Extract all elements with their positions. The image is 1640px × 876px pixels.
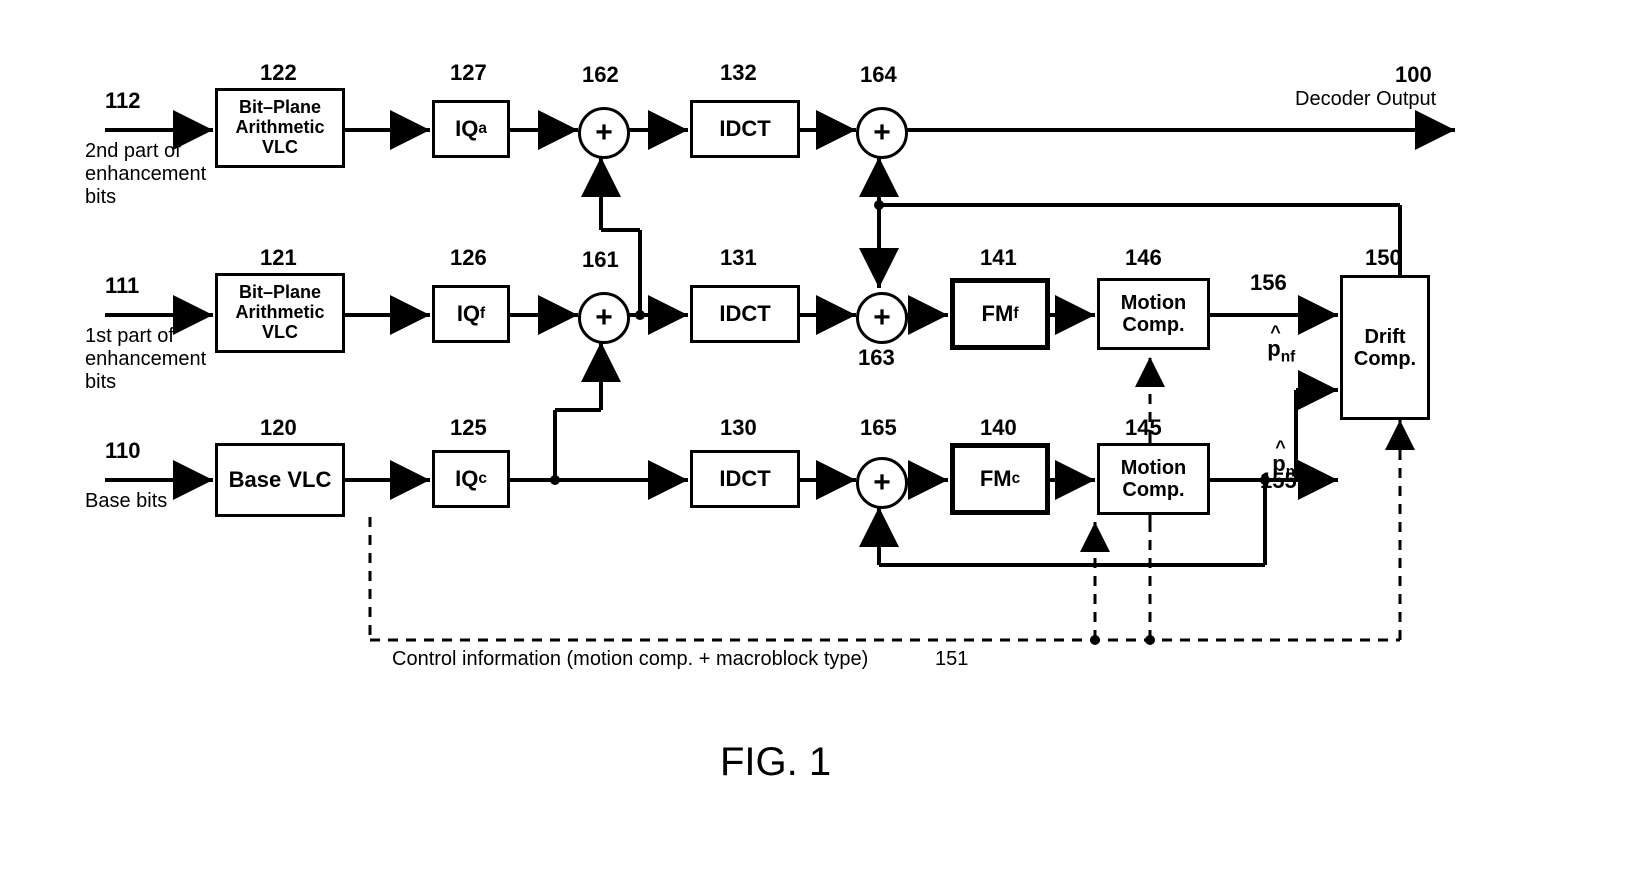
block-iq-f: IQf <box>432 285 510 343</box>
num-155: 155 <box>1260 468 1297 494</box>
block-idct-c: IDCT <box>690 450 800 508</box>
label-112-text: 2nd part of enhancement bits <box>85 140 206 209</box>
block-mc-c: Motion Comp. <box>1097 443 1210 515</box>
figure-caption: FIG. 1 <box>720 740 831 785</box>
block-bitplane-vlc-a: Bit–Plane Arithmetic VLC <box>215 88 345 168</box>
num-126: 126 <box>450 245 487 271</box>
num-125: 125 <box>450 415 487 441</box>
num-141: 141 <box>980 245 1017 271</box>
num-127: 127 <box>450 60 487 86</box>
label-111-num: 111 <box>105 273 139 299</box>
num-122: 122 <box>260 60 297 86</box>
label-100-num: 100 <box>1395 62 1432 88</box>
num-132: 132 <box>720 60 757 86</box>
label-110-text: Base bits <box>85 490 167 513</box>
num-130: 130 <box>720 415 757 441</box>
num-164: 164 <box>860 62 897 88</box>
summer-165: + <box>856 457 908 509</box>
control-text: Control information (motion comp. + macr… <box>392 648 868 671</box>
block-iq-a: IQa <box>432 100 510 158</box>
label-112-num: 112 <box>105 88 141 114</box>
num-163: 163 <box>858 345 895 371</box>
summer-161: + <box>578 292 630 344</box>
num-145: 145 <box>1125 415 1162 441</box>
block-fm-c: FMc <box>950 443 1050 515</box>
block-mc-f: Motion Comp. <box>1097 278 1210 350</box>
num-121: 121 <box>260 245 297 271</box>
num-146: 146 <box>1125 245 1162 271</box>
num-150: 150 <box>1365 245 1402 271</box>
block-base-vlc: Base VLC <box>215 443 345 517</box>
block-drift-comp: Drift Comp. <box>1340 275 1430 420</box>
block-idct-a: IDCT <box>690 100 800 158</box>
block-iq-c: IQc <box>432 450 510 508</box>
sym-pnf: pnf <box>1255 310 1295 366</box>
num-140: 140 <box>980 415 1017 441</box>
num-156: 156 <box>1250 270 1287 296</box>
block-bitplane-vlc-f: Bit–Plane Arithmetic VLC <box>215 273 345 353</box>
label-111-text: 1st part of enhancement bits <box>85 325 206 394</box>
summer-162: + <box>578 107 630 159</box>
label-100-text: Decoder Output <box>1295 88 1436 111</box>
summer-163: + <box>856 292 908 344</box>
num-162: 162 <box>582 62 619 88</box>
num-165: 165 <box>860 415 897 441</box>
summer-164: + <box>856 107 908 159</box>
num-161: 161 <box>582 247 619 273</box>
num-131: 131 <box>720 245 757 271</box>
num-120: 120 <box>260 415 297 441</box>
block-fm-f: FMf <box>950 278 1050 350</box>
control-num: 151 <box>935 648 968 671</box>
label-110-num: 110 <box>105 438 141 464</box>
block-idct-f: IDCT <box>690 285 800 343</box>
